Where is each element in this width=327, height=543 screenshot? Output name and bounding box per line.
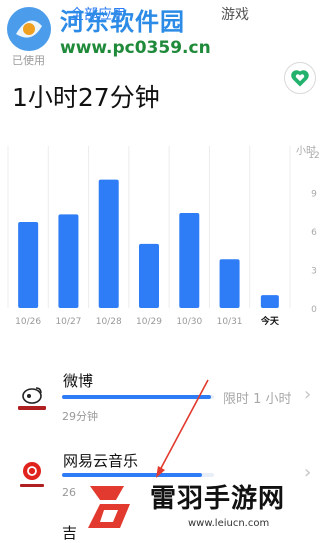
watermark-bottom-logo-icon xyxy=(88,486,130,528)
annotation-arrow xyxy=(156,379,209,478)
watermark-bottom: 雷羽手游网 www.leiucn.com xyxy=(76,478,327,540)
watermark-bottom-url: www.leiucn.com xyxy=(188,518,270,529)
watermark-bottom-name: 雷羽手游网 xyxy=(150,484,286,514)
